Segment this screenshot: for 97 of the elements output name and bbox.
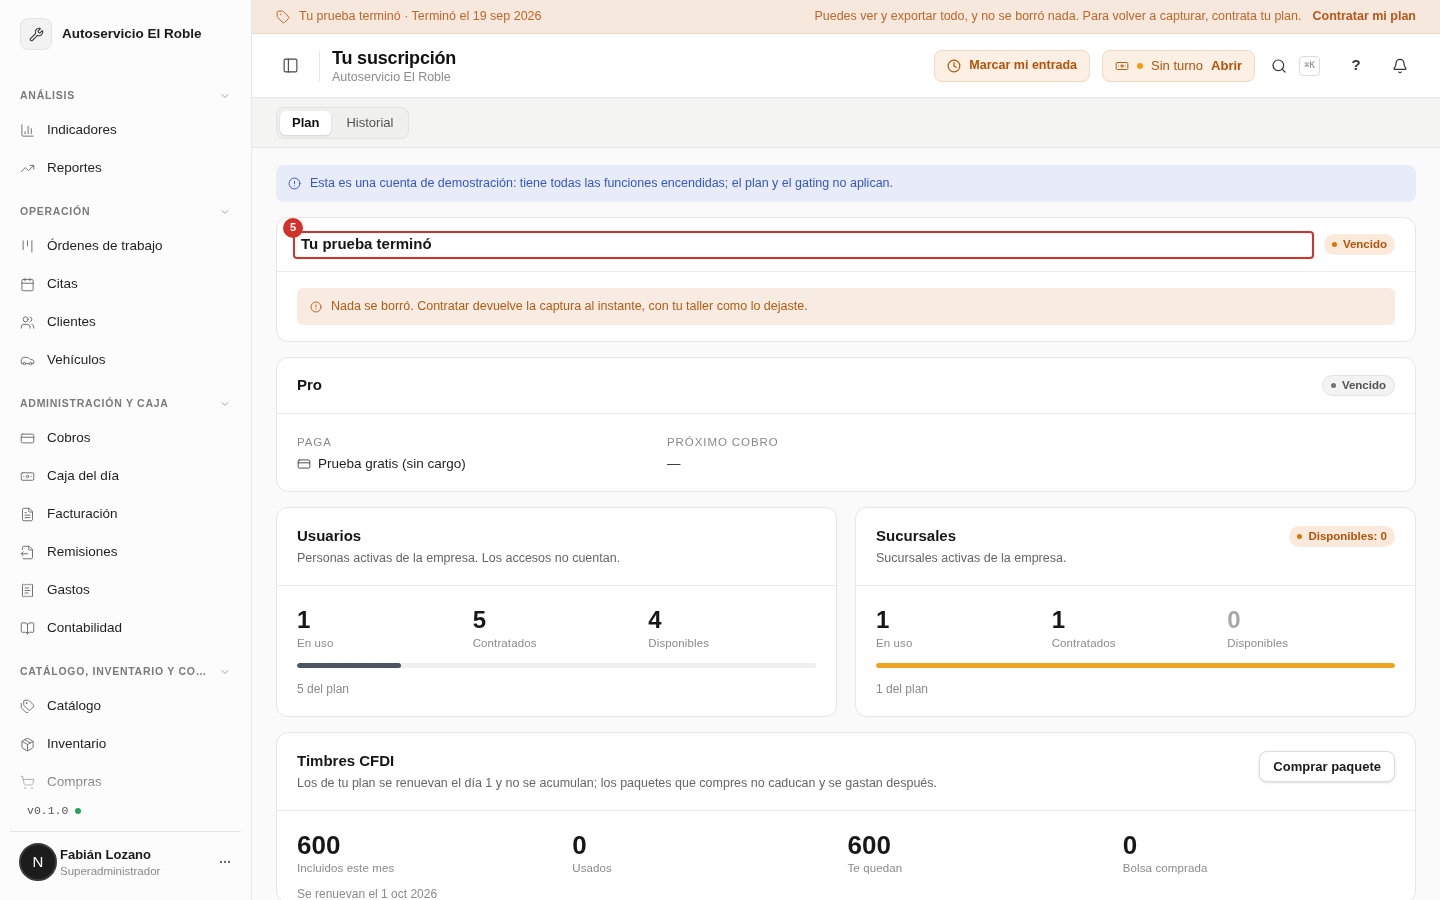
card-title: Timbres CFDI xyxy=(297,751,396,771)
nav-item[interactable]: Inventario xyxy=(0,725,251,763)
people-icon xyxy=(20,314,35,330)
tag-icon xyxy=(276,9,290,24)
open-book-icon xyxy=(20,620,35,636)
alert-icon xyxy=(310,300,322,313)
nav-item[interactable]: Catálogo xyxy=(0,687,251,725)
stat-label: Bolsa comprada xyxy=(1122,861,1209,876)
clock-icon xyxy=(947,58,962,73)
panel-icon xyxy=(281,57,299,74)
stat-value: 0 xyxy=(1227,606,1242,634)
stat-value: 5 xyxy=(472,606,487,634)
columns-icon xyxy=(20,238,35,254)
nav-item[interactable]: Facturación xyxy=(0,495,251,533)
section-toggle[interactable]: OPERACIÓN xyxy=(0,197,251,227)
shortcut-key: ⌘K xyxy=(1299,55,1320,76)
badge-label: Disponibles: 0 xyxy=(1308,528,1387,544)
card-title: Usuarios xyxy=(297,526,363,546)
buy-package-button[interactable]: Comprar paquete xyxy=(1259,751,1395,782)
card-description: Sucursales activas de la empresa. xyxy=(876,550,1067,567)
card-title: Sucursales xyxy=(876,526,958,546)
nav-item[interactable]: Reportes xyxy=(0,149,251,187)
page-title: Tu suscripción xyxy=(332,46,457,69)
nav-item[interactable]: Gastos xyxy=(0,571,251,609)
nav-item[interactable]: Clientes xyxy=(0,303,251,341)
trial-message: Puedes ver y exportar todo, y no se borró nada. Para volver a capturar, contrata tu plan. xyxy=(814,8,1302,26)
user-role: Superadministrador xyxy=(60,863,162,879)
nav-item[interactable]: Remisiones xyxy=(0,533,251,571)
brand-name: Autoservicio El Roble xyxy=(62,25,202,43)
card-icon xyxy=(20,430,35,446)
section-toggle[interactable]: CATÁLOGO, INVENTARIO Y CO… xyxy=(0,657,251,687)
nav-item[interactable]: Indicadores xyxy=(0,111,251,149)
subscribe-link[interactable]: Contratar mi plan xyxy=(1312,7,1416,26)
card-icon xyxy=(297,457,311,471)
field-label: PRÓXIMO COBRO xyxy=(667,435,780,450)
stat-label: Usados xyxy=(572,861,613,876)
stat-value: 4 xyxy=(648,606,663,634)
document-arrow-icon xyxy=(20,544,35,560)
receipt-icon xyxy=(20,582,35,598)
stat-value: 1 xyxy=(297,606,312,634)
tab[interactable]: Historial xyxy=(334,110,406,135)
field-value: Prueba gratis (sin cargo) xyxy=(318,454,466,473)
footnote: 5 del plan xyxy=(297,681,351,697)
section-toggle[interactable]: ADMINISTRACIÓN Y CAJA xyxy=(0,389,251,419)
stat-label: En uso xyxy=(876,636,914,651)
alert-icon xyxy=(288,177,301,190)
card-title: Pro xyxy=(297,375,322,396)
bar-chart-icon xyxy=(20,122,35,138)
wrench-icon xyxy=(20,18,52,50)
stat-value: 1 xyxy=(876,606,891,634)
footnote: Se renuevan el 1 oct 2026 xyxy=(297,886,439,900)
stat-value: 600 xyxy=(297,831,342,859)
stat-value: 0 xyxy=(1122,831,1139,859)
help-button[interactable]: ? xyxy=(1340,49,1372,82)
nav-item[interactable]: Contabilidad xyxy=(0,609,251,647)
stat-value: 0 xyxy=(572,831,588,859)
stat-label: Incluidos este mes xyxy=(297,861,396,876)
tags-icon xyxy=(20,698,35,714)
nav-item[interactable]: Caja del día xyxy=(0,457,251,495)
footnote: 1 del plan xyxy=(876,681,930,697)
stat-label: En uso xyxy=(297,636,335,651)
package-icon xyxy=(20,736,35,752)
bell-icon xyxy=(1392,57,1408,74)
shift-button[interactable]: Sin turno Abrir xyxy=(1102,49,1256,82)
stat-value: 600 xyxy=(847,831,892,859)
marker-badge: 5 xyxy=(283,217,303,238)
cart-icon xyxy=(20,774,35,790)
field-label: PAGA xyxy=(297,435,333,450)
nav-item[interactable]: Órdenes de trabajo xyxy=(0,227,251,265)
trial-status: Tu prueba terminó · Terminó el 19 sep 2026 xyxy=(299,8,542,26)
nav-item[interactable]: Cobros xyxy=(0,419,251,457)
card-title: Tu prueba terminó xyxy=(293,230,1314,259)
badge-label: Vencido xyxy=(1342,236,1387,252)
version-label: v0.1.0 xyxy=(27,803,69,820)
card-description: Los de tu plan se renuevan el día 1 y no se acumulan; los paquetes que compres no caducan y se gastan después. xyxy=(297,775,937,792)
document-icon xyxy=(20,506,35,522)
stat-value: 1 xyxy=(1051,606,1066,634)
stat-label: Disponibles xyxy=(1227,636,1290,651)
field-value: — xyxy=(667,454,681,473)
info-text: Esta es una cuenta de demostración: tiene todas las funciones encendidas; el plan y el gating no aplican. xyxy=(310,175,894,193)
search-icon xyxy=(1271,57,1288,74)
nav-item[interactable]: Vehículos xyxy=(0,341,251,379)
page-subtitle: Autoservicio El Roble xyxy=(332,68,452,85)
stat-label: Disponibles xyxy=(648,636,711,651)
stat-label: Contratados xyxy=(472,636,538,651)
user-name: Fabián Lozano xyxy=(60,845,152,863)
section-toggle[interactable]: ANÁLISIS xyxy=(0,81,251,111)
calendar-icon xyxy=(20,276,35,292)
warning-text: Nada se borró. Contratar devuelve la captura al instante, con tu taller como lo dejaste. xyxy=(331,298,808,316)
clock-in-button[interactable]: Marcar mi entrada xyxy=(934,49,1091,82)
tab[interactable]: Plan xyxy=(280,110,332,135)
badge-label: Vencido xyxy=(1341,377,1386,393)
stat-label: Contratados xyxy=(1051,636,1117,651)
card-description: Personas activas de la empresa. Los accesos no cuentan. xyxy=(297,550,621,567)
avatar[interactable]: N xyxy=(19,843,57,881)
stat-label: Te quedan xyxy=(847,861,904,876)
nav-item[interactable]: Citas xyxy=(0,265,251,303)
